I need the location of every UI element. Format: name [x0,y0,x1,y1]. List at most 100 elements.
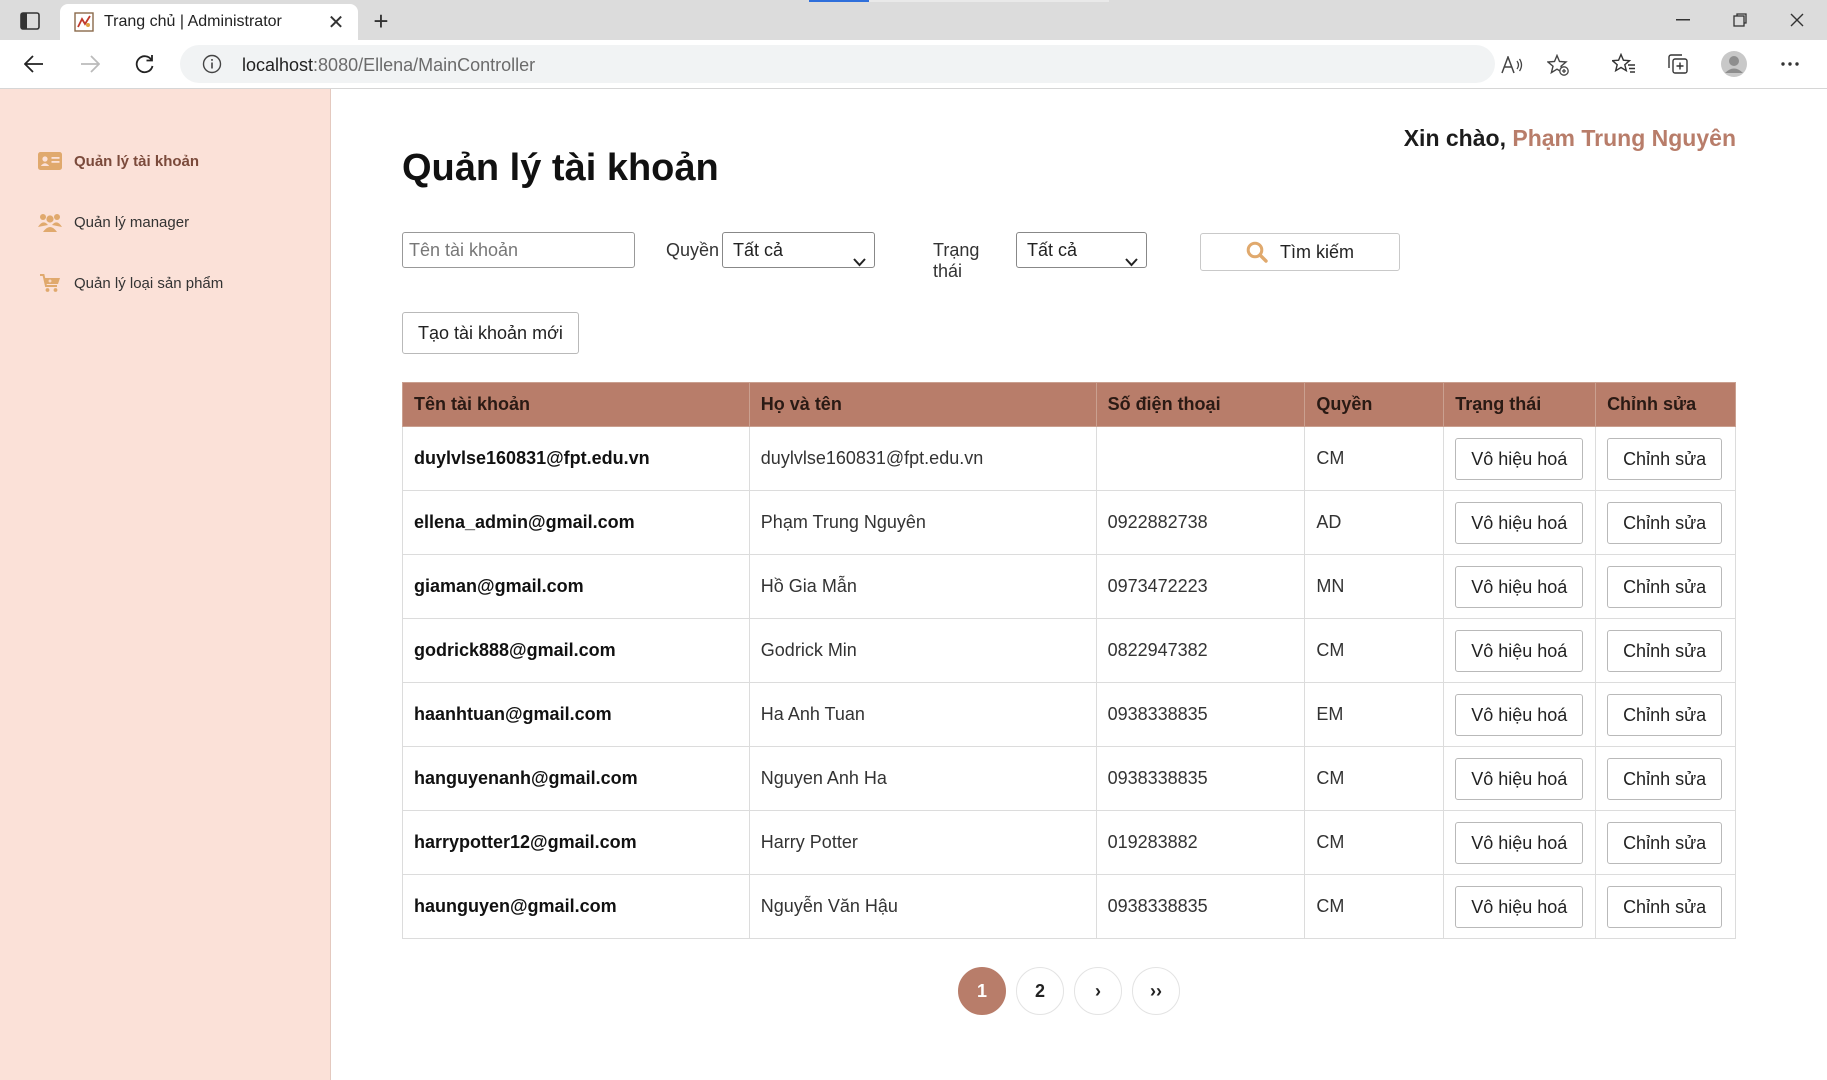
add-favorite-icon[interactable] [1545,52,1571,78]
phone-cell [1095,426,1306,491]
address-bar[interactable]: localhost:8080/Ellena/MainController [180,45,1569,83]
disable-button[interactable]: Vô hiệu hoá [1455,693,1584,736]
username-cell: harrypotter12@gmail.com [402,810,750,875]
edit-button[interactable]: Chỉnh sửa [1607,693,1723,736]
fullname-cell: Godrick Min [748,618,1097,683]
browser-toolbar: localhost:8080/Ellena/MainController [0,40,1827,89]
browser-tab[interactable]: Trang chủ | Administrator ✕ [60,4,358,40]
username-cell: giaman@gmail.com [402,554,750,619]
last-page-button[interactable]: ›› [1132,967,1180,1015]
disable-button[interactable]: Vô hiệu hoá [1455,885,1584,928]
disable-button[interactable]: Vô hiệu hoá [1455,565,1584,608]
site-info-icon[interactable] [202,54,222,79]
restore-icon[interactable] [1713,4,1767,36]
sidebar-item-account-management[interactable]: Quản lý tài khoản [38,151,199,171]
column-header-edit: Chỉnh sửa [1595,382,1736,427]
status-filter-label: Trạng thái [933,240,980,281]
fullname-cell: Phạm Trung Nguyên [748,490,1097,555]
edit-button[interactable]: Chỉnh sửa [1607,821,1723,864]
status-cell: Vô hiệu hoá [1443,746,1597,811]
role-cell: CM [1304,874,1445,939]
status-filter-value: Tất cả [1027,240,1078,260]
loading-indicator [809,0,869,2]
fullname-cell: Nguyen Anh Ha [748,746,1097,811]
edit-button[interactable]: Chỉnh sửa [1607,885,1723,928]
table-row: godrick888@gmail.com Godrick Min 0822947… [402,618,1736,683]
favorites-icon[interactable] [1606,46,1642,82]
username-cell: duylvlse160831@fpt.edu.vn [402,426,750,491]
table-row: hanguyenanh@gmail.com Nguyen Anh Ha 0938… [402,746,1736,811]
pagination: 1 2 › ›› [958,967,1180,1015]
current-user-name[interactable]: Phạm Trung Nguyên [1512,125,1736,151]
url-text: localhost:8080/Ellena/MainController [242,55,535,76]
edit-cell: Chỉnh sửa [1595,426,1736,491]
role-cell: EM [1304,682,1445,747]
tab-close-icon[interactable]: ✕ [324,10,348,34]
disable-button[interactable]: Vô hiệu hoá [1455,757,1584,800]
edit-button[interactable]: Chỉnh sửa [1607,501,1723,544]
collections-icon[interactable] [1660,46,1696,82]
edit-button[interactable]: Chỉnh sửa [1607,565,1723,608]
table-row: haunguyen@gmail.com Nguyễn Văn Hậu 09383… [402,874,1736,939]
browser-tabstrip: Trang chủ | Administrator ✕ + [0,0,1827,40]
username-search-input[interactable]: Tên tài khoản [402,232,635,268]
status-cell: Vô hiệu hoá [1443,618,1597,683]
table-row: ellena_admin@gmail.com Phạm Trung Nguyên… [402,490,1736,555]
chevron-down-icon [1125,244,1138,278]
edit-button[interactable]: Chỉnh sửa [1607,757,1723,800]
username-cell: godrick888@gmail.com [402,618,750,683]
role-filter-select[interactable]: Tất cả [722,232,875,268]
table-row: haanhtuan@gmail.com Ha Anh Tuan 09383388… [402,682,1736,747]
disable-button[interactable]: Vô hiệu hoá [1455,821,1584,864]
search-button[interactable]: Tìm kiếm [1200,233,1400,271]
fullname-cell: duylvlse160831@fpt.edu.vn [748,426,1097,491]
edit-button[interactable]: Chỉnh sửa [1607,629,1723,672]
forward-icon[interactable] [72,46,108,82]
profile-avatar-icon[interactable] [1716,46,1752,82]
url-host: localhost [242,55,314,75]
edit-button[interactable]: Chỉnh sửa [1607,437,1723,480]
role-cell: CM [1304,746,1445,811]
page-button-2[interactable]: 2 [1016,967,1064,1015]
create-account-button[interactable]: Tạo tài khoản mới [402,312,579,354]
phone-cell: 0973472223 [1095,554,1306,619]
role-cell: CM [1304,810,1445,875]
sidebar-item-manager-management[interactable]: Quản lý manager [38,212,189,232]
edit-cell: Chỉnh sửa [1595,810,1736,875]
close-window-icon[interactable] [1770,4,1824,36]
greeting: Xin chào, Phạm Trung Nguyên [1404,125,1736,152]
edit-cell: Chỉnh sửa [1595,874,1736,939]
minimize-icon[interactable] [1656,4,1710,36]
username-cell: ellena_admin@gmail.com [402,490,750,555]
favicon-icon [74,12,94,32]
disable-button[interactable]: Vô hiệu hoá [1455,437,1584,480]
sidebar-item-label: Quản lý manager [74,213,190,231]
page-button-1[interactable]: 1 [958,967,1006,1015]
new-tab-icon[interactable]: + [366,6,396,36]
reload-icon[interactable] [127,46,163,82]
greeting-prefix: Xin chào, [1403,125,1506,151]
table-row: giaman@gmail.com Hồ Gia Mẫn 0973472223 M… [402,554,1736,619]
sidebar-item-product-category-management[interactable]: Quản lý loại sản phẩm [38,273,223,293]
phone-cell: 0822947382 [1095,618,1306,683]
edit-cell: Chỉnh sửa [1595,554,1736,619]
status-cell: Vô hiệu hoá [1443,874,1597,939]
tab-title: Trang chủ | Administrator [104,13,282,30]
sidebar-item-label: Quản lý loại sản phẩm [74,274,224,292]
phone-cell: 0938338835 [1095,746,1306,811]
disable-button[interactable]: Vô hiệu hoá [1455,629,1584,672]
column-header-status: Trạng thái [1443,382,1597,427]
back-icon[interactable] [16,46,52,82]
tab-actions-icon[interactable] [12,8,48,34]
url-path: :8080/Ellena/MainController [313,55,536,75]
disable-button[interactable]: Vô hiệu hoá [1455,501,1584,544]
status-filter-select[interactable]: Tất cả [1016,232,1147,268]
column-header-role: Quyền [1304,382,1445,427]
role-filter-value: Tất cả [733,240,784,260]
phone-cell: 0922882738 [1095,490,1306,555]
next-page-button[interactable]: › [1074,967,1122,1015]
fullname-cell: Harry Potter [748,810,1097,875]
edit-cell: Chỉnh sửa [1595,490,1736,555]
more-options-icon[interactable] [1772,46,1808,82]
read-aloud-icon[interactable] [1499,52,1525,78]
